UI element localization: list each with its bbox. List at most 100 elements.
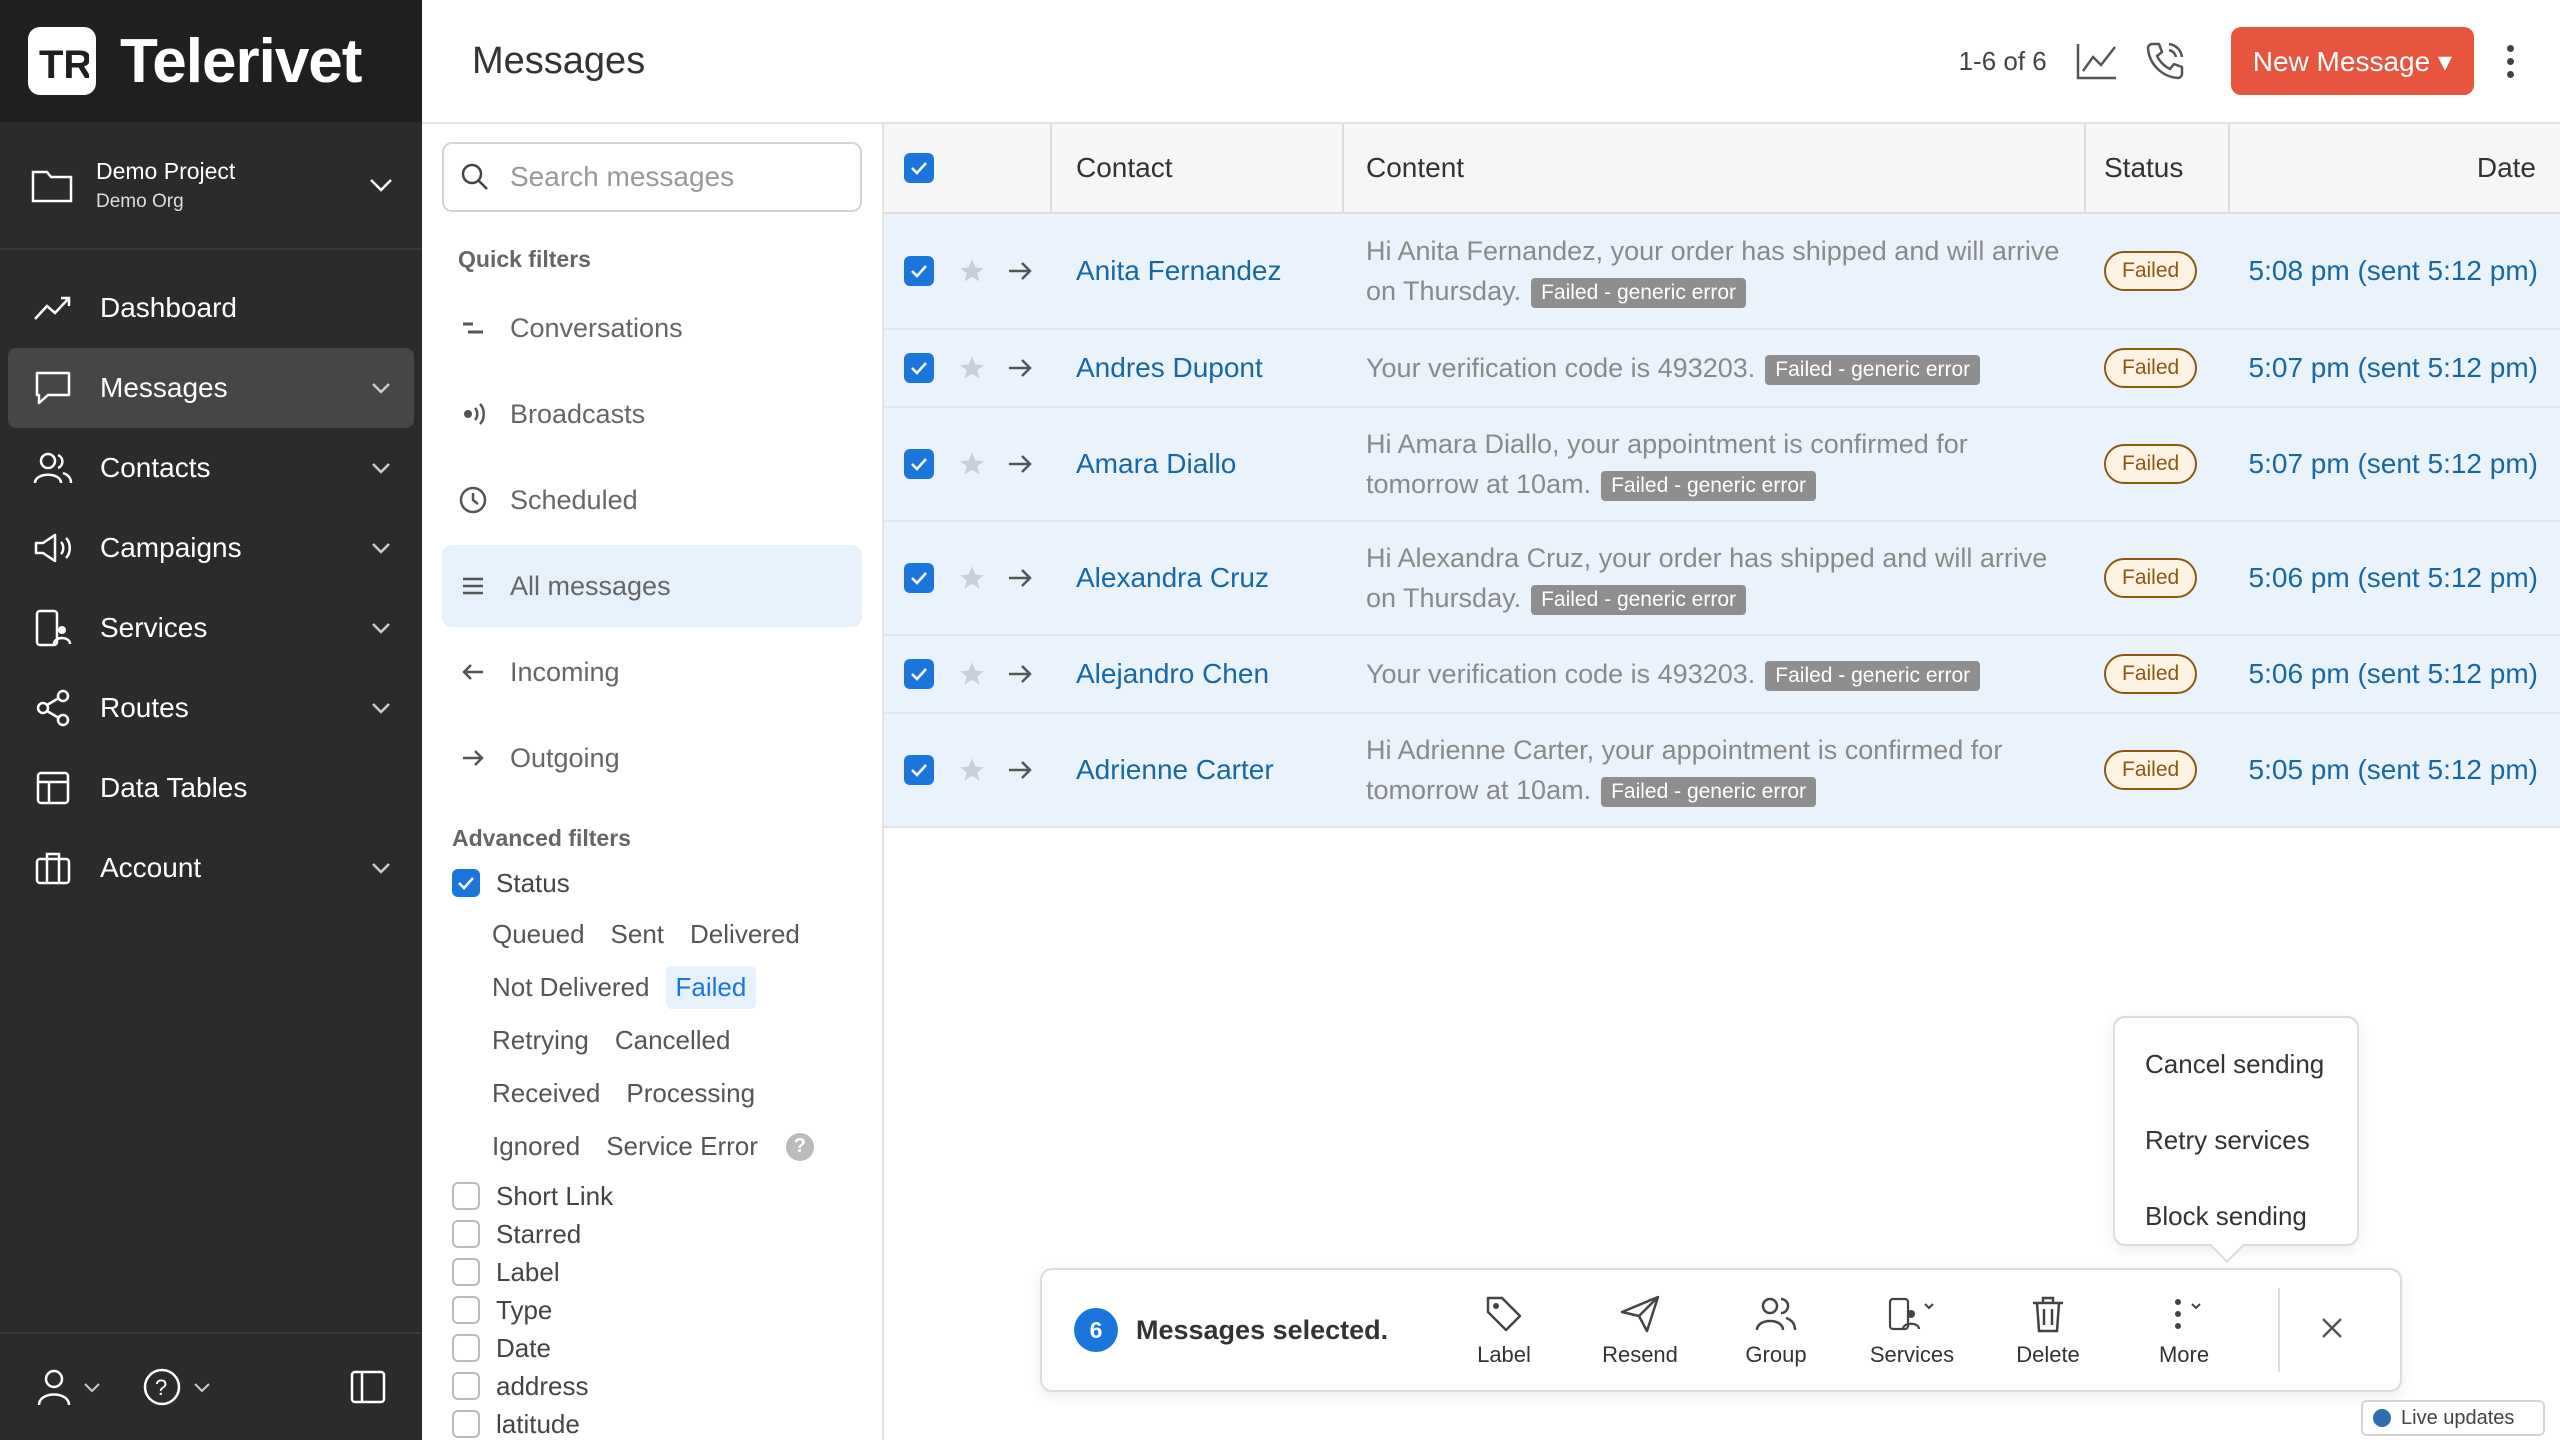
filter-latitude[interactable]: latitude: [452, 1405, 862, 1440]
nav-item-campaigns[interactable]: Campaigns: [8, 508, 414, 588]
table-row[interactable]: Andres Dupont Your verification code is …: [884, 330, 2560, 408]
help-icon[interactable]: ?: [785, 1132, 814, 1161]
stats-chart-button[interactable]: [2073, 37, 2121, 85]
delete-action-button[interactable]: Delete: [1980, 1292, 2116, 1368]
row-checkbox[interactable]: [904, 755, 934, 785]
contact-name[interactable]: Alexandra Cruz: [1076, 562, 1269, 593]
more-options-kebab-icon[interactable]: [2500, 44, 2520, 78]
row-checkbox[interactable]: [904, 449, 934, 479]
message-date[interactable]: 5:05 pm (sent 5:12 pm): [2230, 754, 2560, 786]
status-option-not-delivered[interactable]: Not Delivered: [482, 966, 660, 1009]
message-date[interactable]: 5:07 pm (sent 5:12 pm): [2230, 448, 2560, 480]
quick-filter-conversations[interactable]: Conversations: [442, 287, 862, 369]
message-date[interactable]: 5:08 pm (sent 5:12 pm): [2230, 255, 2560, 287]
status-option-queued[interactable]: Queued: [482, 913, 595, 956]
quick-filter-incoming[interactable]: Incoming: [442, 631, 862, 713]
nav-item-dashboard[interactable]: Dashboard: [8, 268, 414, 348]
filter-starred[interactable]: Starred: [452, 1215, 862, 1253]
status-option-received[interactable]: Received: [482, 1072, 610, 1115]
nav-item-messages[interactable]: Messages: [8, 348, 414, 428]
filter-status[interactable]: Status: [452, 864, 862, 902]
contact-name[interactable]: Anita Fernandez: [1076, 255, 1281, 286]
status-option-sent[interactable]: Sent: [601, 913, 675, 956]
message-content[interactable]: Hi Amara Diallo, your appointment is con…: [1344, 424, 2086, 504]
star-icon[interactable]: [958, 756, 986, 784]
table-row[interactable]: Alejandro Chen Your verification code is…: [884, 636, 2560, 714]
row-checkbox[interactable]: [904, 353, 934, 383]
quick-filter-outgoing[interactable]: Outgoing: [442, 717, 862, 799]
status-checkbox[interactable]: [452, 869, 480, 897]
nav-item-services[interactable]: Services: [8, 588, 414, 668]
menu-item-cancel-sending[interactable]: Cancel sending: [2115, 1026, 2357, 1102]
star-icon[interactable]: [958, 450, 986, 478]
message-date[interactable]: 5:07 pm (sent 5:12 pm): [2230, 352, 2560, 384]
checkbox[interactable]: [452, 1334, 480, 1362]
nav-item-routes[interactable]: Routes: [8, 668, 414, 748]
more-action-button[interactable]: More: [2116, 1292, 2252, 1368]
call-button[interactable]: [2141, 37, 2189, 85]
contact-name[interactable]: Adrienne Carter: [1076, 754, 1274, 785]
checkbox[interactable]: [452, 1296, 480, 1324]
select-all-checkbox[interactable]: [904, 153, 934, 183]
message-content[interactable]: Hi Anita Fernandez, your order has shipp…: [1344, 231, 2086, 311]
contact-name[interactable]: Amara Diallo: [1076, 448, 1236, 479]
status-option-cancelled[interactable]: Cancelled: [605, 1019, 741, 1062]
search-input[interactable]: [510, 161, 810, 193]
brand-header[interactable]: TR Telerivet: [0, 0, 422, 122]
nav-item-account[interactable]: Account: [8, 828, 414, 908]
row-checkbox[interactable]: [904, 659, 934, 689]
quick-filter-broadcasts[interactable]: Broadcasts: [442, 373, 862, 455]
message-content[interactable]: Your verification code is 493203. Failed …: [1344, 654, 2086, 694]
star-icon[interactable]: [958, 257, 986, 285]
live-updates-indicator[interactable]: Live updates: [2361, 1400, 2545, 1436]
nav-item-contacts[interactable]: Contacts: [8, 428, 414, 508]
label-action-button[interactable]: Label: [1436, 1292, 1572, 1368]
status-option-service-error[interactable]: Service Error: [596, 1125, 768, 1168]
menu-item-retry-services[interactable]: Retry services: [2115, 1102, 2357, 1178]
table-row[interactable]: Adrienne Carter Hi Adrienne Carter, your…: [884, 714, 2560, 828]
column-header-content[interactable]: Content: [1344, 124, 2086, 212]
row-checkbox[interactable]: [904, 256, 934, 286]
message-content[interactable]: Your verification code is 493203. Failed …: [1344, 348, 2086, 388]
help-menu-button[interactable]: ?: [142, 1367, 212, 1407]
resend-action-button[interactable]: Resend: [1572, 1292, 1708, 1368]
star-icon[interactable]: [958, 564, 986, 592]
close-action-bar-button[interactable]: [2320, 1316, 2344, 1345]
column-header-date[interactable]: Date: [2230, 124, 2560, 212]
status-option-ignored[interactable]: Ignored: [482, 1125, 590, 1168]
message-content[interactable]: Hi Alexandra Cruz, your order has shippe…: [1344, 538, 2086, 618]
table-row[interactable]: Anita Fernandez Hi Anita Fernandez, your…: [884, 214, 2560, 330]
star-icon[interactable]: [958, 660, 986, 688]
contact-name[interactable]: Alejandro Chen: [1076, 658, 1269, 689]
table-row[interactable]: Alexandra Cruz Hi Alexandra Cruz, your o…: [884, 522, 2560, 636]
status-option-failed[interactable]: Failed: [665, 966, 757, 1009]
status-option-delivered[interactable]: Delivered: [680, 913, 810, 956]
table-row[interactable]: Amara Diallo Hi Amara Diallo, your appoi…: [884, 408, 2560, 522]
column-header-contact[interactable]: Contact: [1052, 124, 1344, 212]
message-content[interactable]: Hi Adrienne Carter, your appointment is …: [1344, 730, 2086, 810]
collapse-sidebar-button[interactable]: [350, 1370, 386, 1404]
status-option-processing[interactable]: Processing: [616, 1072, 765, 1115]
checkbox[interactable]: [452, 1258, 480, 1286]
checkbox[interactable]: [452, 1372, 480, 1400]
filter-address[interactable]: address: [452, 1367, 862, 1405]
filter-type[interactable]: Type: [452, 1291, 862, 1329]
new-message-button[interactable]: New Message ▾: [2230, 27, 2474, 95]
contact-name[interactable]: Andres Dupont: [1076, 352, 1263, 383]
message-date[interactable]: 5:06 pm (sent 5:12 pm): [2230, 562, 2560, 594]
message-date[interactable]: 5:06 pm (sent 5:12 pm): [2230, 658, 2560, 690]
checkbox[interactable]: [452, 1410, 480, 1438]
user-menu-button[interactable]: [36, 1367, 102, 1407]
filter-label-option[interactable]: Label: [452, 1253, 862, 1291]
group-action-button[interactable]: Group: [1708, 1292, 1844, 1368]
row-checkbox[interactable]: [904, 563, 934, 593]
column-header-status[interactable]: Status: [2086, 124, 2230, 212]
checkbox[interactable]: [452, 1182, 480, 1210]
project-switcher[interactable]: Demo Project Demo Org: [0, 122, 422, 250]
services-action-button[interactable]: Services: [1844, 1292, 1980, 1368]
status-option-retrying[interactable]: Retrying: [482, 1019, 599, 1062]
search-box[interactable]: [442, 142, 862, 212]
checkbox[interactable]: [452, 1220, 480, 1248]
nav-item-data-tables[interactable]: Data Tables: [8, 748, 414, 828]
filter-short-link[interactable]: Short Link: [452, 1177, 862, 1215]
